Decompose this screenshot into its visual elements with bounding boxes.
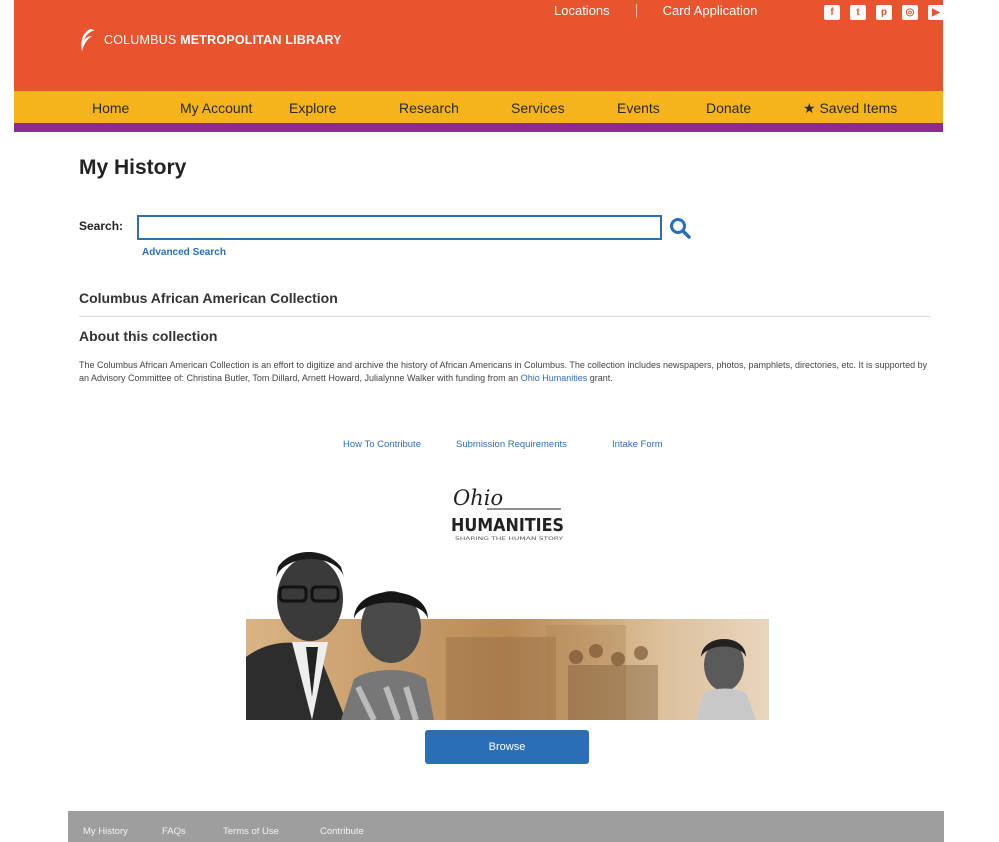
collection-banner-image	[246, 547, 769, 720]
ohio-tagline: SHARING THE HUMAN STORY	[455, 536, 563, 542]
library-logo[interactable]: COLUMBUS METROPOLITAN LIBRARY	[78, 27, 342, 53]
utility-divider	[635, 3, 637, 18]
nav-research[interactable]: Research	[399, 100, 459, 116]
social-links: f t p ◎ ▶	[824, 5, 954, 20]
description-text: The Columbus African American Collection…	[79, 360, 928, 383]
library-name: COLUMBUS METROPOLITAN LIBRARY	[104, 33, 342, 47]
browse-button[interactable]: Browse	[425, 730, 589, 764]
advanced-search-link[interactable]: Advanced Search	[142, 247, 226, 258]
nav-explore[interactable]: Explore	[289, 100, 336, 116]
about-heading: About this collection	[79, 328, 218, 344]
instagram-icon[interactable]: ◎	[902, 5, 918, 20]
youtube-icon[interactable]: ▶	[928, 5, 944, 20]
footer-my-history[interactable]: My History	[83, 826, 128, 837]
footer-contribute[interactable]: Contribute	[320, 826, 364, 837]
collection-description: The Columbus African American Collection…	[79, 359, 931, 385]
description-text-end: grant.	[587, 373, 613, 383]
nav-saved-items-label: Saved Items	[819, 100, 898, 116]
nav-my-account[interactable]: My Account	[180, 100, 252, 116]
footer-faqs[interactable]: FAQs	[162, 826, 186, 837]
search-input[interactable]	[137, 215, 662, 240]
search-label: Search:	[79, 219, 124, 233]
humanities-wordmark: HUMANITIES	[451, 515, 564, 536]
library-logo-icon	[81, 29, 95, 51]
nav-services[interactable]: Services	[511, 100, 565, 116]
main-nav: Home My Account Explore Research Service…	[14, 91, 943, 132]
nav-saved-items[interactable]: ★ Saved Items	[803, 100, 897, 117]
star-icon: ★	[803, 100, 816, 116]
nav-donate[interactable]: Donate	[706, 100, 751, 116]
ohio-humanities-link[interactable]: Ohio Humanities	[521, 373, 588, 383]
locations-link[interactable]: Locations	[554, 3, 610, 18]
card-application-link[interactable]: Card Application	[663, 3, 758, 18]
facebook-icon[interactable]: f	[824, 5, 840, 20]
nav-events[interactable]: Events	[617, 100, 660, 116]
footer-bar: My History FAQs Terms of Use Contribute	[68, 811, 944, 842]
utility-links: Locations Card Application	[554, 3, 757, 18]
section-divider	[79, 316, 931, 317]
pinterest-icon[interactable]: p	[876, 5, 892, 20]
ohio-humanities-logo[interactable]: Ohio HUMANITIES SHARING THE HUMAN STORY	[451, 483, 567, 545]
footer-terms-of-use[interactable]: Terms of Use	[223, 826, 279, 837]
nav-home[interactable]: Home	[92, 100, 129, 116]
intake-form-link[interactable]: Intake Form	[612, 439, 663, 450]
submission-requirements-link[interactable]: Submission Requirements	[456, 439, 567, 450]
collection-title: Columbus African American Collection	[79, 290, 338, 306]
site-header: COLUMBUS METROPOLITAN LIBRARY Locations …	[14, 0, 944, 91]
how-to-contribute-link[interactable]: How To Contribute	[343, 439, 421, 450]
twitter-icon[interactable]: t	[850, 5, 866, 20]
ohio-script-text: Ohio	[453, 486, 503, 510]
page-title: My History	[79, 156, 187, 179]
search-icon[interactable]	[668, 216, 692, 240]
